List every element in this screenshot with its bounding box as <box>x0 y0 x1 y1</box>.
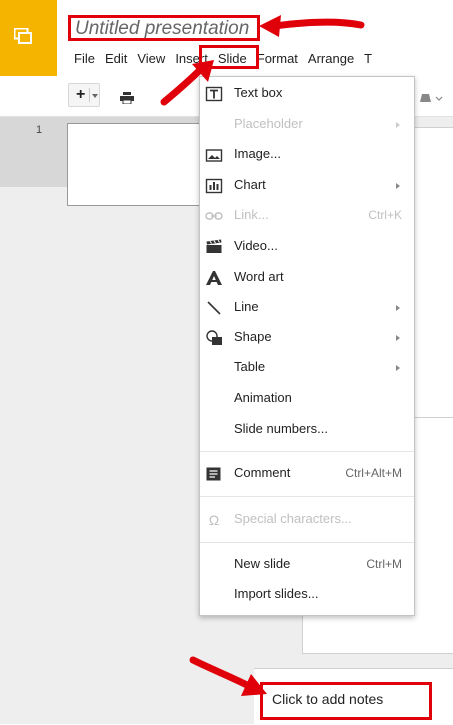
menu-separator <box>200 451 414 452</box>
menu-separator <box>200 496 414 497</box>
omega-icon: Ω <box>208 512 220 528</box>
red-arrow-insert <box>160 60 214 106</box>
app-header: Untitled presentation File Edit View Ins… <box>0 0 453 76</box>
menu-item-label: Link... <box>234 207 269 222</box>
menu-item-label: Shape <box>234 329 272 344</box>
menu-item-label: Text box <box>234 85 283 100</box>
video-icon <box>206 239 222 253</box>
slide-thumbnail[interactable] <box>67 123 217 206</box>
menu-item-text-box[interactable]: Text box <box>200 79 414 109</box>
notes-highlight-box <box>260 682 432 720</box>
menu-item-placeholder: Placeholder <box>200 110 414 140</box>
menu-item-comment[interactable]: Comment Ctrl+Alt+M <box>200 459 414 489</box>
submenu-arrow-icon <box>396 335 400 341</box>
menu-item-table[interactable]: Table <box>200 353 414 383</box>
menu-item-shape[interactable]: Shape <box>200 323 414 353</box>
menu-item-label: New slide <box>234 556 291 571</box>
menu-item-new-slide[interactable]: New slide Ctrl+M <box>200 550 414 580</box>
comment-icon <box>206 467 221 481</box>
fill-color-icon[interactable] <box>420 92 450 104</box>
slide-number: 1 <box>36 124 43 136</box>
menu-item-slide-numbers[interactable]: Slide numbers... <box>200 415 414 445</box>
menu-item-special-characters: Ω Special characters... <box>200 505 414 535</box>
menu-tools[interactable]: T <box>359 49 377 69</box>
menu-item-animation[interactable]: Animation <box>200 384 414 414</box>
chart-icon <box>205 178 223 194</box>
menu-item-label: Slide numbers... <box>234 421 328 436</box>
menu-item-shortcut: Ctrl+K <box>368 208 402 222</box>
slides-logo[interactable] <box>0 0 57 76</box>
menu-item-line[interactable]: Line <box>200 293 414 323</box>
menu-item-link: Link... Ctrl+K <box>200 201 414 231</box>
red-arrow-notes <box>189 656 267 696</box>
title-highlight-box <box>68 15 260 41</box>
menu-format[interactable]: Format <box>252 49 303 69</box>
line-icon <box>207 301 221 315</box>
menu-item-label: Import slides... <box>234 586 319 601</box>
menu-item-video[interactable]: Video... <box>200 232 414 262</box>
new-slide-button[interactable]: + <box>68 83 100 107</box>
menu-item-label: Video... <box>234 238 278 253</box>
slides-logo-icon <box>14 28 32 44</box>
menu-item-word-art[interactable]: Word art <box>200 263 414 293</box>
link-icon <box>205 212 223 220</box>
menu-item-label: Special characters... <box>234 511 352 526</box>
menu-item-shortcut: Ctrl+M <box>366 557 402 571</box>
menu-arrange[interactable]: Arrange <box>303 49 359 69</box>
menu-item-image[interactable]: Image... <box>200 140 414 170</box>
submenu-arrow-icon <box>396 122 400 128</box>
plus-icon: + <box>76 86 86 103</box>
red-arrow-title <box>259 15 365 37</box>
menu-item-label: Line <box>234 299 259 314</box>
divider <box>89 88 90 102</box>
menu-item-shortcut: Ctrl+Alt+M <box>345 466 402 480</box>
menu-item-label: Word art <box>234 269 284 284</box>
menu-edit[interactable]: Edit <box>100 49 132 69</box>
insert-menu: Text box Placeholder Image... Chart Link… <box>199 76 415 616</box>
chevron-down-icon[interactable] <box>92 94 98 98</box>
shape-icon <box>206 330 222 345</box>
menu-item-label: Table <box>234 359 266 374</box>
word-art-icon <box>206 271 222 285</box>
menu-file[interactable]: File <box>74 49 100 69</box>
menu-item-chart[interactable]: Chart <box>200 171 414 201</box>
menu-item-label: Chart <box>234 177 266 192</box>
menu-item-label: Placeholder <box>234 116 303 131</box>
menu-item-label: Animation <box>234 390 292 405</box>
menu-separator <box>200 542 414 543</box>
submenu-arrow-icon <box>396 183 400 189</box>
submenu-arrow-icon <box>396 365 400 371</box>
image-icon <box>205 149 223 162</box>
submenu-arrow-icon <box>396 305 400 311</box>
menu-item-label: Comment <box>234 465 291 480</box>
menu-item-import-slides[interactable]: Import slides... <box>200 580 414 610</box>
menu-item-label: Image... <box>234 146 281 161</box>
print-icon[interactable] <box>120 92 134 104</box>
